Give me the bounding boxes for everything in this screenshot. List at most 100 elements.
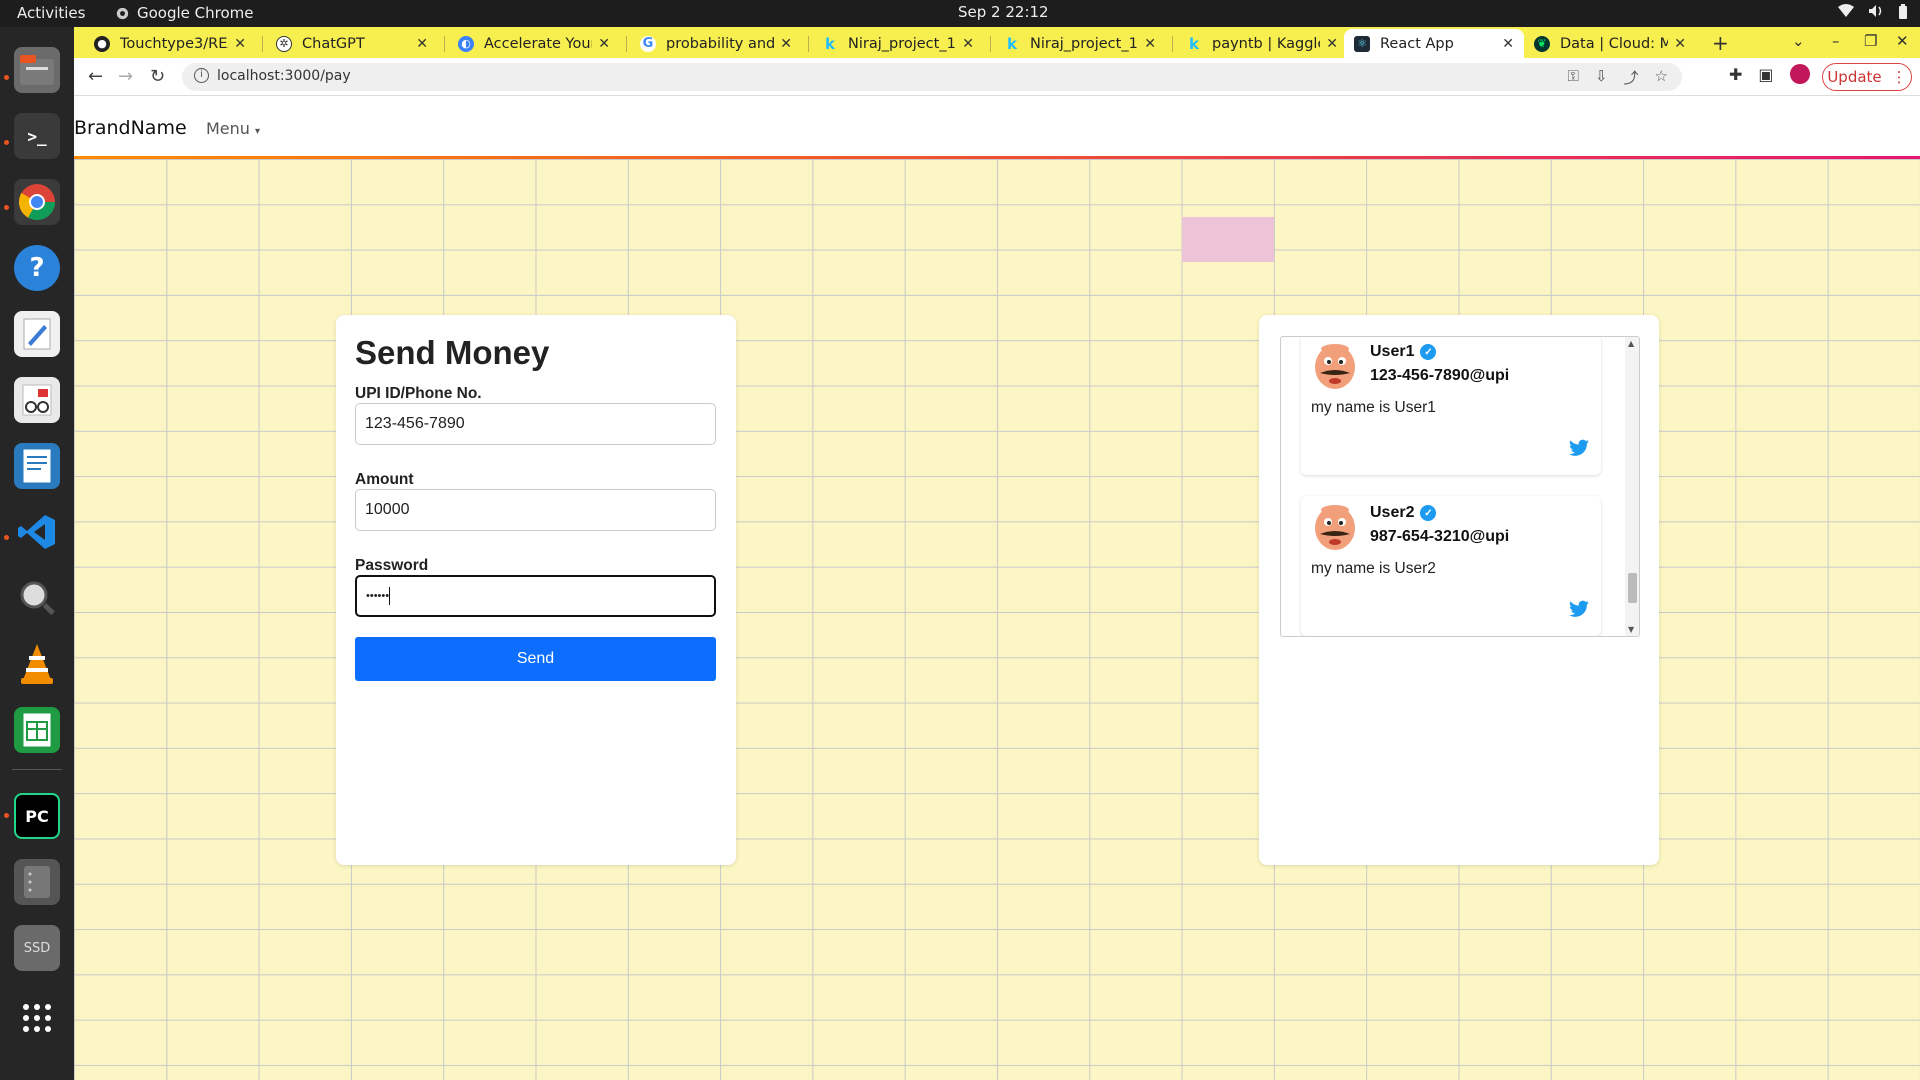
- help-icon[interactable]: ?: [14, 245, 60, 291]
- tab-react-app[interactable]: ⚛ React App ✕: [1344, 29, 1524, 58]
- new-tab-button[interactable]: +: [1712, 31, 1729, 55]
- users-card: User1 ✓ 123-456-7890@upi my name is User1: [1259, 315, 1659, 865]
- text-editor-icon[interactable]: [14, 311, 60, 357]
- scroll-down-icon[interactable]: ▼: [1628, 625, 1634, 634]
- user-card[interactable]: User1 ✓ 123-456-7890@upi my name is User1: [1301, 337, 1601, 475]
- url-text[interactable]: localhost:3000/pay: [217, 68, 351, 84]
- amount-label: Amount: [355, 471, 414, 488]
- running-indicator: [4, 140, 9, 145]
- dock: >_ ? PC SSD: [0, 27, 74, 1080]
- app-grid-icon[interactable]: [14, 995, 60, 1041]
- user-card[interactable]: User2 ✓ 987-654-3210@upi my name is User2: [1301, 496, 1601, 636]
- twitter-icon[interactable]: [1569, 600, 1589, 618]
- users-list[interactable]: User1 ✓ 123-456-7890@upi my name is User1: [1280, 336, 1640, 637]
- disks-icon[interactable]: [14, 859, 60, 905]
- close-tab-icon[interactable]: ✕: [234, 36, 246, 52]
- close-tab-icon[interactable]: ✕: [416, 36, 428, 52]
- install-icon[interactable]: ⇩: [1595, 67, 1608, 88]
- files-icon[interactable]: [14, 47, 60, 93]
- bookmark-star-icon[interactable]: ☆: [1655, 67, 1668, 88]
- upi-input[interactable]: 123-456-7890: [355, 403, 716, 445]
- minimize-icon[interactable]: –: [1832, 32, 1840, 50]
- site-info-icon[interactable]: i: [194, 68, 209, 83]
- vlc-icon[interactable]: [14, 641, 60, 687]
- verified-badge-icon: ✓: [1420, 344, 1437, 360]
- send-button[interactable]: Send: [355, 637, 716, 681]
- close-tab-icon[interactable]: ✕: [1144, 36, 1156, 52]
- scroll-up-icon[interactable]: ▲: [1628, 339, 1634, 348]
- update-button[interactable]: Update ⋮: [1822, 63, 1912, 91]
- close-tab-icon[interactable]: ✕: [1502, 36, 1514, 52]
- close-tab-icon[interactable]: ✕: [598, 36, 610, 52]
- ssd-drive-icon[interactable]: SSD: [14, 925, 60, 971]
- list-scrollbar[interactable]: ▲ ▼: [1625, 337, 1639, 636]
- restore-icon[interactable]: ❐: [1864, 32, 1877, 50]
- chrome-icon: [116, 7, 129, 19]
- tab-search-icon[interactable]: ⌄: [1792, 32, 1805, 50]
- key-icon[interactable]: ⚿: [1568, 67, 1579, 88]
- menu-dropdown[interactable]: Menu ▾: [206, 119, 260, 138]
- chrome-icon[interactable]: [14, 179, 60, 225]
- system-tray[interactable]: [1838, 4, 1908, 24]
- chatgpt-icon: ✲: [276, 35, 292, 52]
- volume-icon: [1868, 4, 1884, 24]
- close-tab-icon[interactable]: ✕: [780, 36, 792, 52]
- wifi-icon: [1838, 4, 1854, 24]
- more-menu-icon[interactable]: ⋮: [1892, 68, 1907, 86]
- highlighted-grid-cell: [1182, 217, 1274, 262]
- libreoffice-calc-icon[interactable]: [14, 707, 60, 753]
- upi-label: UPI ID/Phone No.: [355, 385, 482, 402]
- profile-avatar[interactable]: [1789, 64, 1810, 84]
- terminal-icon[interactable]: >_: [14, 113, 60, 159]
- address-bar[interactable]: i localhost:3000/pay ⚿ ⇩ ⤴ ☆: [182, 63, 1682, 91]
- battery-icon: [1898, 4, 1908, 24]
- tab-niraj-1c[interactable]: k Niraj_project_1c ✕: [994, 29, 1166, 58]
- share-icon[interactable]: ⤴: [1624, 67, 1639, 88]
- user-name: User2 ✓: [1370, 504, 1437, 522]
- close-tab-icon[interactable]: ✕: [962, 36, 974, 52]
- tab-niraj-1b[interactable]: k Niraj_project_1b ✕: [812, 29, 984, 58]
- vscode-icon[interactable]: [14, 509, 60, 555]
- user-upi: 987-654-3210@upi: [1370, 528, 1510, 545]
- avatar: [1315, 505, 1355, 550]
- close-window-icon[interactable]: ✕: [1896, 32, 1909, 50]
- image-viewer-icon[interactable]: [14, 575, 60, 621]
- tab-mongodb[interactable]: ❦ Data | Cloud: Mo✕: [1524, 29, 1696, 58]
- close-tab-icon[interactable]: ✕: [1674, 36, 1686, 52]
- back-icon[interactable]: ←: [88, 66, 103, 87]
- clock[interactable]: Sep 2 22:12: [958, 3, 1049, 21]
- twitter-icon[interactable]: [1569, 439, 1589, 457]
- tab-probability[interactable]: G probability and s✕: [630, 29, 802, 58]
- accelerate-icon: ◐: [458, 35, 474, 52]
- running-indicator: [4, 75, 9, 80]
- extensions-icon[interactable]: ✚: [1729, 65, 1742, 84]
- avatar: [1315, 344, 1355, 389]
- password-input[interactable]: ••••••: [355, 575, 716, 617]
- browser-toolbar: ← → ↻ i localhost:3000/pay ⚿ ⇩ ⤴ ☆ ✚ ▣ U…: [74, 58, 1920, 96]
- browser-window: ● Touchtype3/REA ✕ ✲ ChatGPT ✕ ◐ Accelerat…: [74, 27, 1920, 1080]
- user-bio: my name is User2: [1311, 560, 1436, 577]
- close-tab-icon[interactable]: ✕: [1326, 36, 1338, 52]
- libreoffice-writer-icon[interactable]: [14, 443, 60, 489]
- app-menu[interactable]: Google Chrome: [116, 4, 254, 22]
- running-indicator: [4, 205, 9, 210]
- reload-icon[interactable]: ↻: [150, 66, 165, 87]
- mongodb-icon: ❦: [1534, 35, 1550, 52]
- tab-payntb[interactable]: k payntb | Kaggle ✕: [1176, 29, 1348, 58]
- tab-chatgpt[interactable]: ✲ ChatGPT ✕: [266, 29, 438, 58]
- amount-input[interactable]: 10000: [355, 489, 716, 531]
- forward-icon[interactable]: →: [118, 66, 133, 87]
- password-label: Password: [355, 557, 429, 574]
- page-title: Send Money: [355, 334, 550, 371]
- caret-down-icon: ▾: [255, 126, 261, 137]
- brand-link[interactable]: BrandName: [74, 117, 187, 139]
- verified-badge-icon: ✓: [1420, 505, 1437, 521]
- tab-touchtype[interactable]: ● Touchtype3/REA ✕: [84, 29, 256, 58]
- user-bio: my name is User1: [1311, 399, 1436, 416]
- activities-button[interactable]: Activities: [17, 4, 85, 22]
- tab-accelerate[interactable]: ◐ Accelerate Your C✕: [448, 29, 620, 58]
- side-panel-icon[interactable]: ▣: [1758, 65, 1773, 84]
- document-viewer-icon[interactable]: [14, 377, 60, 423]
- scrollbar-thumb[interactable]: [1628, 573, 1637, 603]
- pycharm-icon[interactable]: PC: [14, 793, 60, 839]
